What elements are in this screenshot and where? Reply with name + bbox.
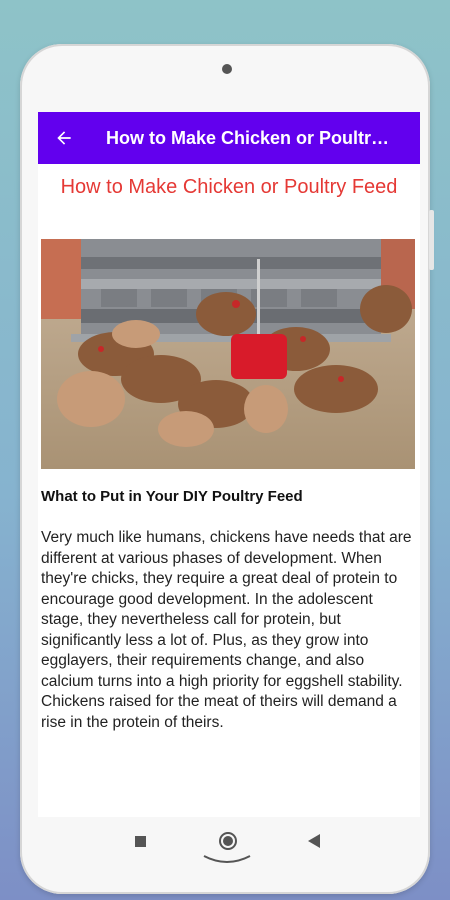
back-button[interactable]	[38, 112, 90, 164]
app-screen: How to Make Chicken or Poultry Feed How …	[38, 112, 420, 817]
camera-dot	[222, 64, 232, 74]
side-button	[429, 210, 434, 270]
arrow-left-icon	[57, 131, 71, 145]
triangle-back-icon[interactable]	[308, 834, 320, 848]
app-bar-title: How to Make Chicken or Poultry Feed	[106, 127, 396, 148]
home-dot	[223, 836, 233, 846]
page-title: How to Make Chicken or Poultry Feed	[60, 176, 398, 198]
system-nav-bar	[40, 818, 410, 878]
section-heading: What to Put in Your DIY Poultry Feed	[41, 488, 303, 505]
square-icon[interactable]	[135, 836, 146, 847]
article-image	[41, 239, 415, 469]
article-paragraph: Very much like humans, chickens have nee…	[41, 529, 412, 731]
app-bar: How to Make Chicken or Poultry Feed	[38, 112, 420, 164]
circle-home-icon[interactable]	[219, 832, 237, 850]
swipe-indicator	[203, 855, 251, 863]
chickens-photo	[41, 239, 415, 469]
